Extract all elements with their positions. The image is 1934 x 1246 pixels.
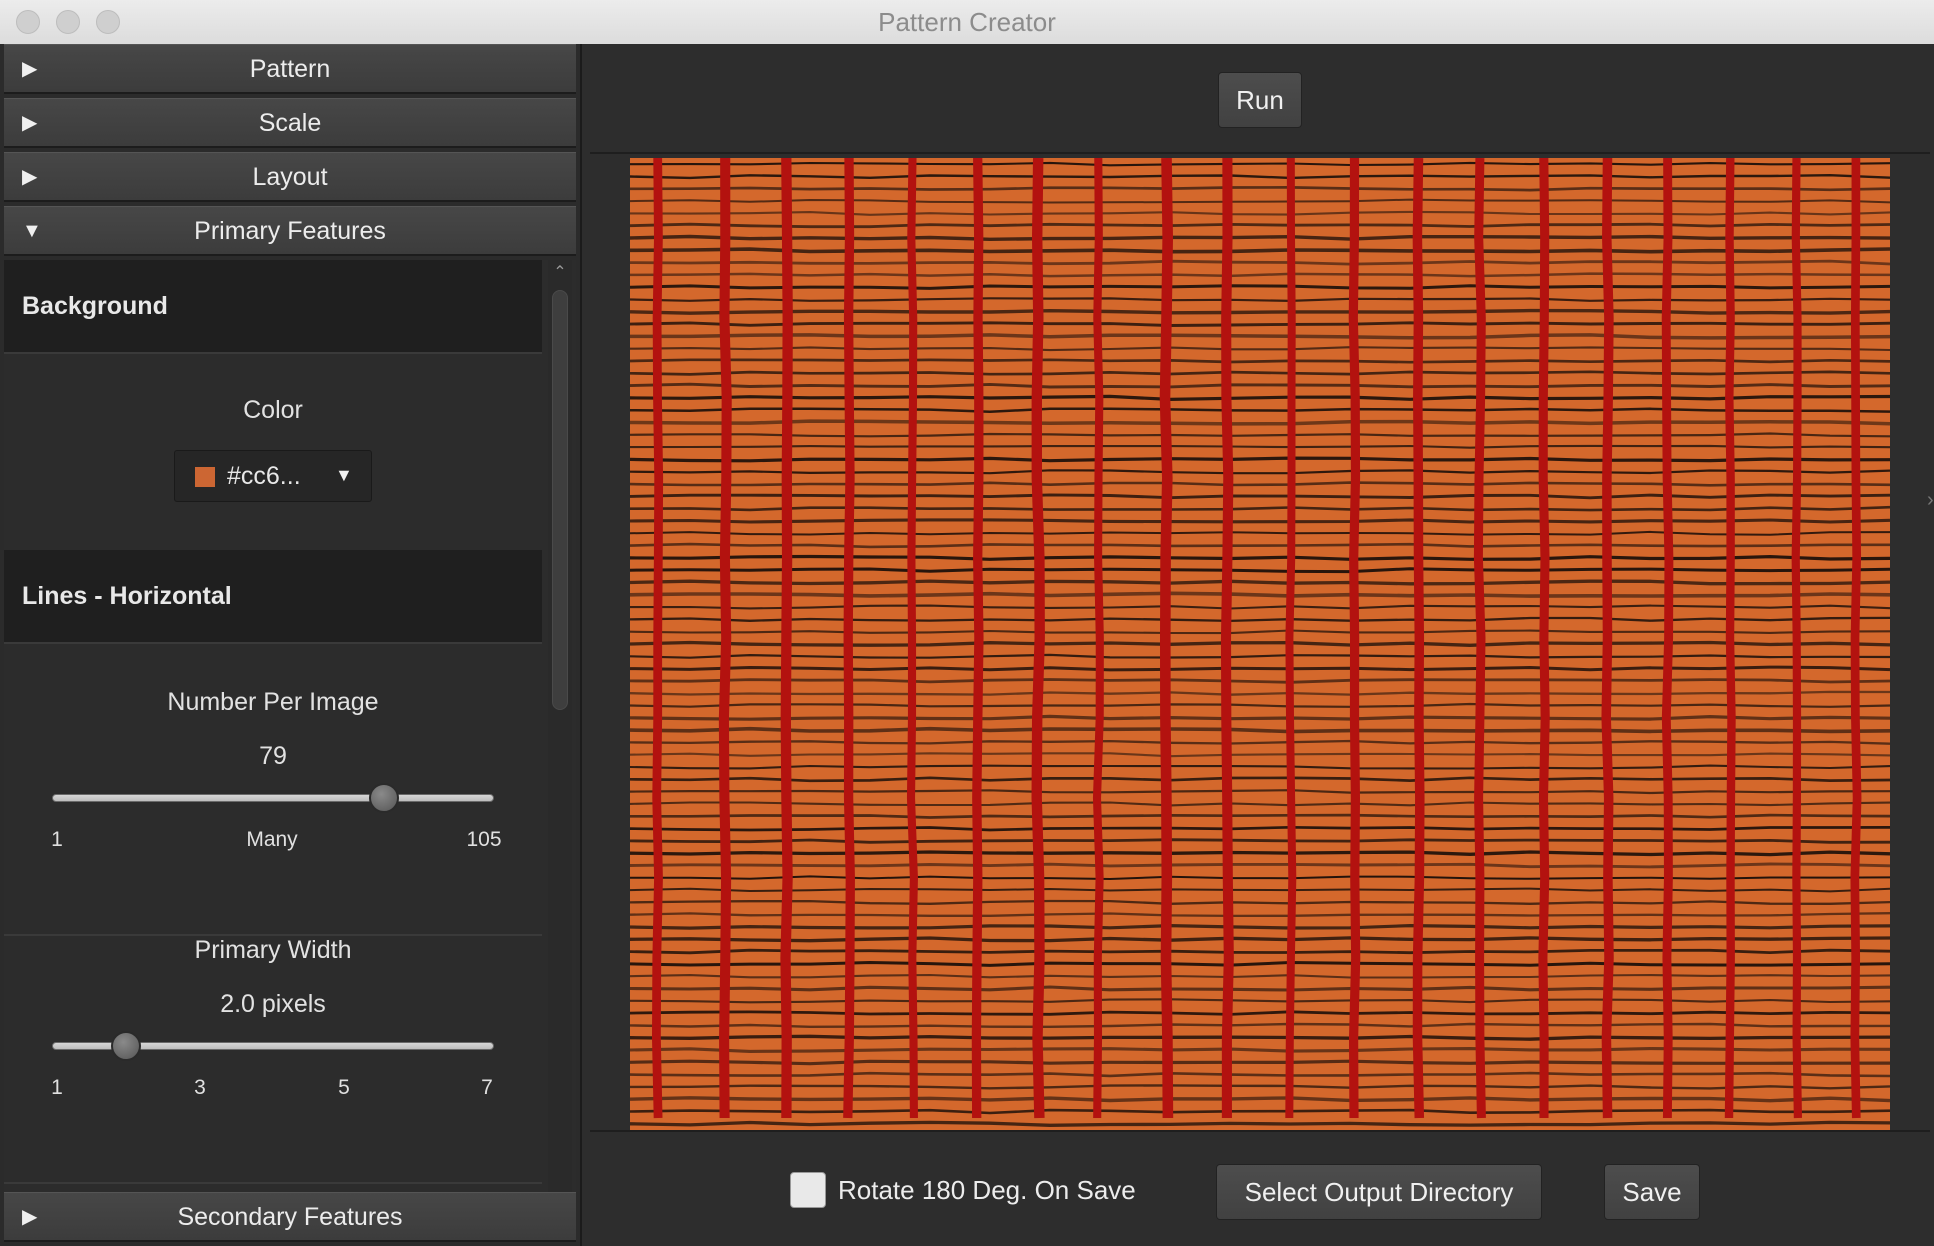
slider-tick-label: 1 — [51, 1076, 63, 1099]
title-bar: Pattern Creator — [0, 0, 1934, 45]
background-color-picker[interactable]: #cc6... ▼ — [174, 450, 372, 502]
settings-sidebar: ▶ Pattern ▶ Scale ▶ Layout ▼ Primary Fea… — [0, 44, 582, 1246]
horizontal-line — [630, 272, 1890, 278]
vertical-line — [1031, 158, 1045, 1119]
number-per-image-slider-thumb[interactable] — [368, 783, 399, 813]
panel-label: Primary Features — [194, 217, 386, 245]
vertical-line — [651, 158, 664, 1119]
slider-tick-label: 5 — [338, 1076, 350, 1099]
panel-header-secondary-features[interactable]: ▶ Secondary Features — [4, 1192, 576, 1242]
primary-width-value: 2.0 pixels — [220, 990, 326, 1018]
panel-header-scale[interactable]: ▶ Scale — [4, 98, 576, 148]
vertical-line — [1661, 158, 1674, 1119]
vertical-line — [1285, 158, 1297, 1119]
vertical-line — [906, 158, 918, 1119]
vertical-line — [1220, 158, 1234, 1118]
panel-label: Scale — [258, 109, 322, 137]
divider — [4, 1182, 542, 1184]
vertical-line — [718, 158, 732, 1119]
main-area: Run Rotate 180 Deg. On Save Select Outpu… — [582, 44, 1934, 1246]
chevron-down-icon: ▼ — [335, 465, 353, 485]
vertical-line — [1724, 158, 1736, 1119]
resize-handle-icon[interactable]: › — [1927, 489, 1934, 512]
slider-tick-label: 7 — [481, 1076, 493, 1099]
vertical-line — [1348, 158, 1361, 1119]
panel-header-primary-features[interactable]: ▼ Primary Features — [4, 206, 576, 256]
scrollbar-thumb[interactable] — [552, 290, 568, 710]
horizontal-line — [630, 923, 1890, 930]
section-title: Background — [22, 292, 168, 320]
rotate-checkbox-label: Rotate 180 Deg. On Save — [838, 1175, 1136, 1205]
vertical-line — [1601, 158, 1614, 1119]
slider-tick-label: 1 — [51, 828, 63, 851]
vertical-line — [1092, 158, 1104, 1119]
vertical-line — [1538, 158, 1550, 1119]
vertical-line — [1473, 158, 1486, 1119]
window-title: Pattern Creator — [878, 7, 1056, 37]
color-value: #cc6... — [227, 462, 301, 490]
number-per-image-slider[interactable] — [52, 794, 494, 802]
run-button[interactable]: Run — [1218, 72, 1302, 128]
vertical-line — [780, 158, 793, 1119]
section-header-lines-horizontal: Lines - Horizontal — [4, 550, 542, 644]
color-label: Color — [243, 396, 303, 424]
pattern-preview — [630, 158, 1890, 1130]
horizontal-line — [630, 850, 1890, 857]
vertical-line — [1159, 158, 1174, 1119]
scroll-up-icon[interactable]: ⌃ — [548, 260, 572, 286]
save-button[interactable]: Save — [1604, 1164, 1700, 1220]
vertical-line — [1412, 158, 1425, 1119]
divider — [590, 152, 1930, 154]
panel-header-pattern[interactable]: ▶ Pattern — [4, 44, 576, 94]
number-per-image-label: Number Per Image — [167, 688, 379, 716]
slider-tick-label: 105 — [466, 828, 502, 851]
select-output-directory-button[interactable]: Select Output Directory — [1216, 1164, 1542, 1220]
primary-width-label: Primary Width — [194, 936, 352, 964]
horizontal-line — [630, 665, 1890, 672]
vertical-line — [843, 158, 855, 1119]
slider-tick-label: 3 — [194, 1076, 206, 1099]
slider-tick-label: Many — [246, 828, 298, 851]
number-per-image-value: 79 — [259, 742, 287, 770]
vertical-line — [971, 158, 984, 1119]
primary-features-content: Background Color #cc6... ▼ Lines - Horiz… — [4, 260, 576, 1232]
vertical-line — [1850, 158, 1862, 1119]
pattern-image — [630, 158, 1890, 1130]
primary-width-slider-thumb[interactable] — [110, 1031, 141, 1061]
sidebar-scrollbar[interactable]: ⌃ ⌄ — [548, 260, 572, 1232]
section-title: Lines - Horizontal — [22, 582, 232, 610]
divider — [590, 1130, 1930, 1132]
panel-header-layout[interactable]: ▶ Layout — [4, 152, 576, 202]
section-header-background: Background — [4, 260, 542, 354]
panel-label: Pattern — [249, 55, 331, 83]
color-swatch — [195, 467, 215, 487]
rotate-checkbox[interactable] — [790, 1172, 826, 1208]
horizontal-line — [630, 518, 1890, 524]
vertical-line — [1791, 158, 1802, 1119]
panel-label: Layout — [252, 163, 328, 191]
panel-label: Secondary Features — [177, 1203, 403, 1231]
